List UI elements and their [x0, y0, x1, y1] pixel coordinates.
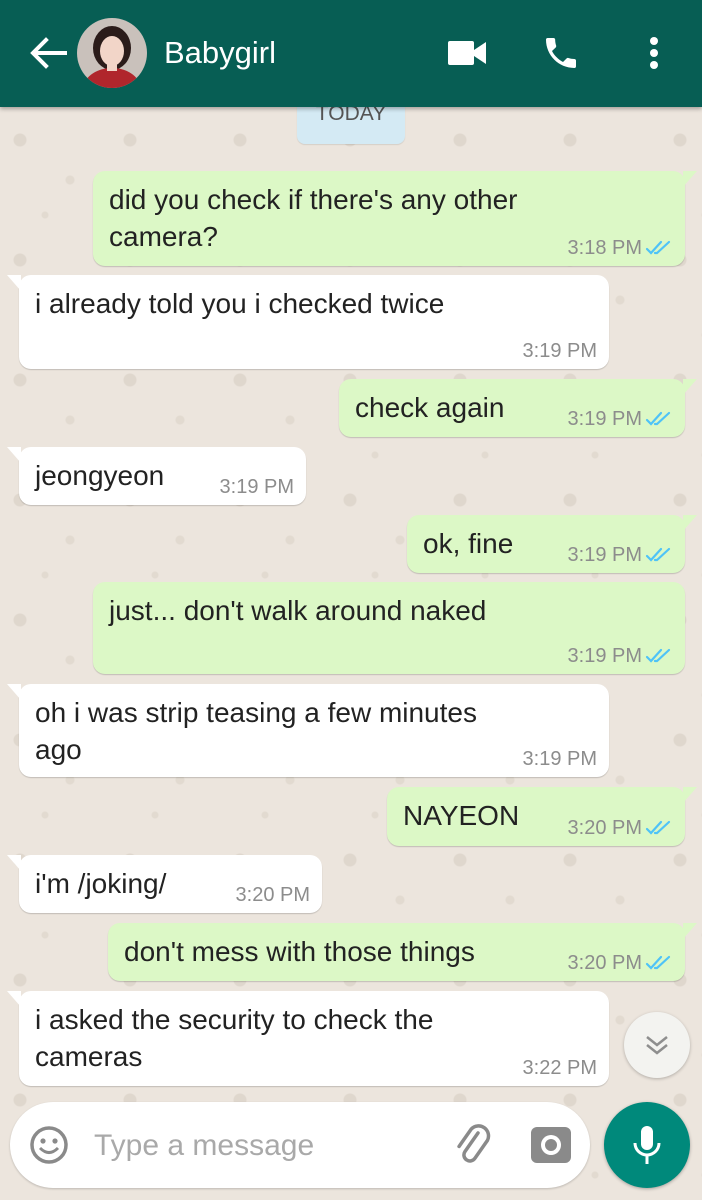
outgoing-message[interactable]: ok, fine 3:19 PM: [407, 515, 697, 573]
message-time: 3:22 PM: [522, 1057, 597, 1079]
scroll-to-bottom-button[interactable]: [624, 1012, 690, 1078]
read-receipt-icon: [645, 411, 671, 426]
read-receipt-icon: [645, 648, 671, 663]
message-meta: 3:20 PM: [568, 951, 673, 975]
incoming-message[interactable]: jeongyeon 3:19 PM: [7, 447, 306, 505]
message-text-line: jeongyeon: [35, 460, 165, 491]
more-options-icon: [650, 37, 658, 69]
chat-header: Babygirl: [0, 0, 702, 107]
read-receipt-icon: [645, 955, 671, 970]
message-text-line: just... don't walk around naked: [109, 595, 487, 626]
read-receipt-icon: [645, 547, 671, 562]
message-time: 3:19 PM: [567, 408, 642, 430]
incoming-message[interactable]: oh i was strip teasing a few minutes ago 3…: [7, 684, 609, 777]
voice-call-button[interactable]: [538, 30, 584, 76]
message-meta: 3:19 PM: [568, 407, 673, 431]
message-text-line: i asked the security to check the: [35, 1004, 434, 1035]
message-text-line: ok, fine: [423, 528, 514, 559]
message-text: check again: [355, 389, 504, 426]
message-meta: 3:19 PM: [568, 543, 673, 567]
message-text: just... don't walk around naked: [109, 592, 486, 629]
message-text: NAYEON: [403, 797, 519, 834]
message-time: 3:19 PM: [219, 476, 294, 498]
message-input[interactable]: [92, 1122, 426, 1170]
message-meta: 3:20 PM: [236, 883, 310, 907]
chevron-double-down-icon: [646, 1036, 668, 1055]
message-text-line: did you check if there's any other: [109, 184, 518, 215]
message-time: 3:19 PM: [522, 340, 597, 362]
message-text: don't mess with those things: [124, 933, 475, 970]
message-text-line: NAYEON: [403, 800, 520, 831]
message-text-line: camera?: [109, 221, 218, 252]
message-text: i asked the security to check the cameras: [35, 1001, 433, 1075]
message-text-line: ago: [35, 734, 82, 765]
back-button[interactable]: [26, 30, 70, 76]
phone-icon: [546, 38, 576, 68]
avatar[interactable]: [77, 18, 147, 88]
read-receipt-icon: [645, 820, 671, 835]
attach-icon[interactable]: [450, 1122, 496, 1168]
date-chip: TODAY: [297, 102, 405, 144]
camera-icon[interactable]: [528, 1122, 574, 1168]
message-text-line: i'm /joking/: [35, 868, 167, 899]
message-text-line: cameras: [35, 1041, 143, 1072]
outgoing-message[interactable]: don't mess with those things 3:20 PM: [108, 923, 697, 981]
outgoing-message[interactable]: did you check if there's any other camera…: [93, 171, 697, 266]
message-text: oh i was strip teasing a few minutes ago: [35, 694, 477, 768]
message-text: i'm /joking/: [35, 865, 166, 902]
message-time: 3:20 PM: [235, 884, 310, 906]
outgoing-message[interactable]: NAYEON 3:20 PM: [387, 787, 697, 846]
outgoing-message[interactable]: just... don't walk around naked 3:19 PM: [93, 582, 685, 674]
message-meta: 3:19 PM: [523, 747, 597, 771]
outgoing-message[interactable]: check again 3:19 PM: [339, 379, 697, 437]
message-time: 3:19 PM: [522, 748, 597, 770]
more-options-button[interactable]: [636, 30, 672, 76]
message-meta: 3:19 PM: [220, 475, 294, 499]
voice-message-button[interactable]: [604, 1102, 690, 1188]
contact-name[interactable]: Babygirl: [164, 34, 276, 72]
message-text-line: don't mess with those things: [124, 936, 475, 967]
message-composer: [10, 1102, 590, 1188]
back-arrow-icon: [30, 37, 67, 69]
message-text: ok, fine: [423, 525, 513, 562]
video-call-button[interactable]: [448, 36, 488, 70]
message-meta: 3:18 PM: [568, 236, 673, 260]
message-text: did you check if there's any other camera…: [109, 181, 517, 255]
message-time: 3:18 PM: [567, 237, 642, 259]
message-time: 3:20 PM: [567, 817, 642, 839]
message-time: 3:19 PM: [567, 645, 642, 667]
message-text-line: i already told you i checked twice: [35, 288, 445, 319]
message-text: jeongyeon: [35, 457, 164, 494]
message-meta: 3:19 PM: [523, 339, 597, 363]
message-time: 3:20 PM: [567, 952, 642, 974]
message-meta: 3:22 PM: [523, 1056, 597, 1080]
incoming-message[interactable]: i already told you i checked twice 3:19 P…: [7, 275, 609, 369]
message-meta: 3:19 PM: [568, 644, 673, 668]
mic-icon: [633, 1126, 661, 1164]
video-call-icon: [448, 41, 486, 65]
incoming-message[interactable]: i'm /joking/3:20 PM: [7, 855, 322, 913]
message-time: 3:19 PM: [567, 544, 642, 566]
read-receipt-icon: [645, 240, 671, 255]
message-text: i already told you i checked twice: [35, 285, 444, 322]
message-meta: 3:20 PM: [568, 816, 673, 840]
message-text-line: oh i was strip teasing a few minutes: [35, 697, 477, 728]
message-text-line: check again: [355, 392, 505, 423]
emoji-icon[interactable]: [28, 1124, 70, 1166]
incoming-message[interactable]: i asked the security to check the cameras…: [7, 991, 609, 1086]
